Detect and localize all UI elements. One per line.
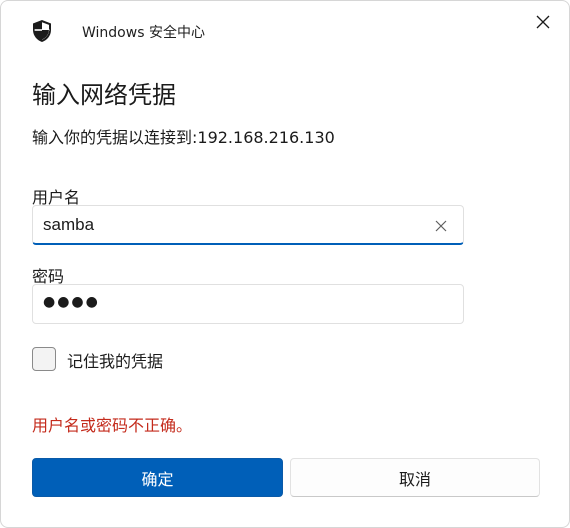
shield-icon: [31, 19, 53, 43]
close-icon: [536, 14, 550, 33]
title-bar: Windows 安全中心: [1, 1, 569, 61]
error-message: 用户名或密码不正确。: [32, 416, 193, 435]
cancel-button-label: 取消: [398, 469, 431, 489]
credential-dialog: Windows 安全中心 输入网络凭据 输入你的凭据以连接到:192.168.2…: [0, 0, 570, 528]
dialog-heading: 输入网络凭据: [32, 81, 176, 109]
clear-icon[interactable]: [433, 218, 449, 234]
password-input[interactable]: ●●●●: [43, 294, 100, 310]
ok-button-label: 确定: [141, 469, 174, 489]
username-field[interactable]: [32, 205, 464, 245]
app-title: Windows 安全中心: [82, 25, 205, 41]
ok-button[interactable]: 确定: [32, 458, 283, 497]
remember-label[interactable]: 记住我的凭据: [67, 348, 163, 372]
remember-checkbox[interactable]: [32, 347, 56, 371]
password-field[interactable]: ●●●●: [32, 284, 464, 324]
cancel-button[interactable]: 取消: [290, 458, 540, 497]
username-input[interactable]: [43, 206, 423, 244]
dialog-subtext: 输入你的凭据以连接到:192.168.216.130: [32, 128, 335, 147]
close-button[interactable]: [525, 7, 561, 39]
